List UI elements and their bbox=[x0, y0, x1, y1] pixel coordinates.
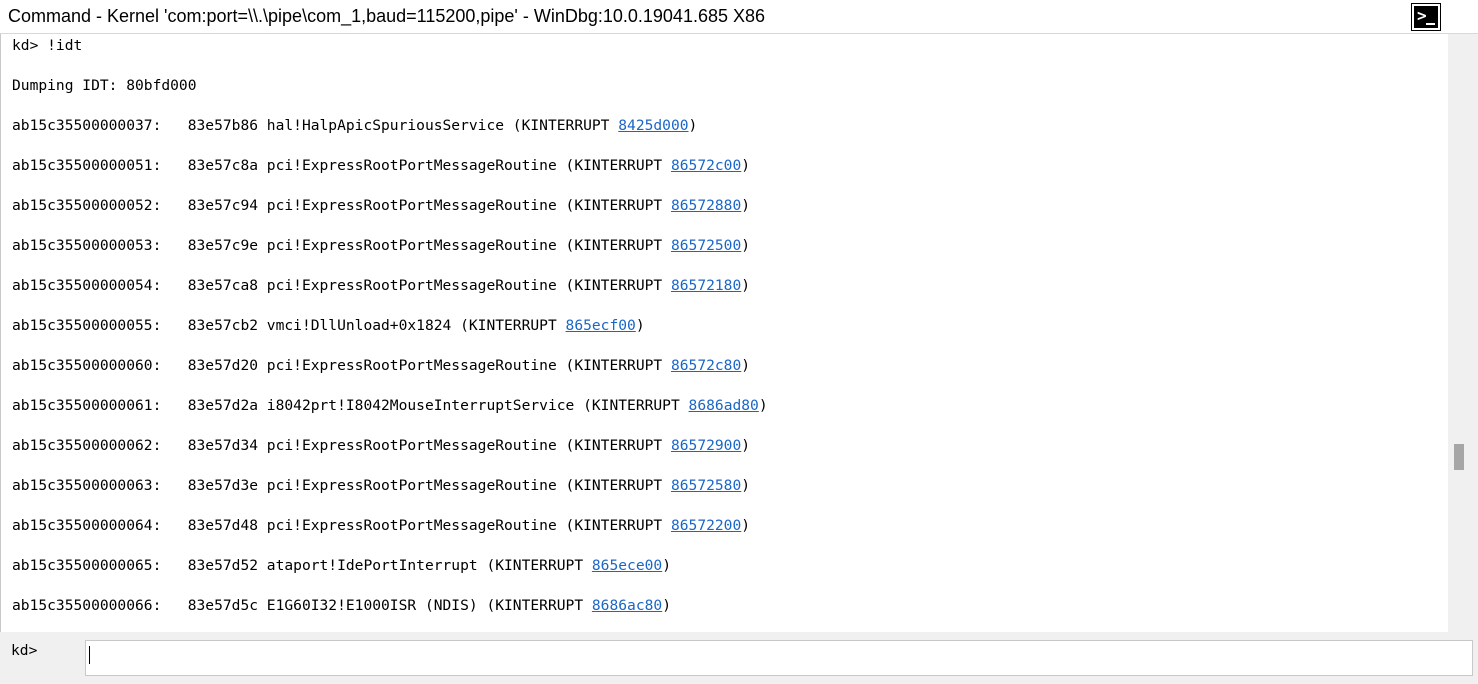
command-prompt-label: kd> bbox=[11, 642, 38, 659]
kinterrupt-address-link[interactable]: 86572580 bbox=[671, 477, 741, 494]
idt-entry-text: ab15c35500000066: 83e57d5c E1G60I32!E100… bbox=[12, 597, 592, 614]
scrollbar-thumb[interactable] bbox=[1454, 444, 1464, 470]
idt-entry-suffix: ) bbox=[741, 157, 751, 174]
idt-entry-text: ab15c35500000065: 83e57d52 ataport!IdePo… bbox=[12, 557, 592, 574]
idt-entry-suffix: ) bbox=[662, 597, 671, 614]
idt-entry-line: ab15c35500000037: 83e57b86 hal!HalpApicS… bbox=[12, 116, 697, 136]
idt-entry-suffix: ) bbox=[635, 317, 645, 334]
idt-entry-suffix: ) bbox=[741, 357, 751, 374]
text-caret bbox=[89, 646, 90, 664]
idt-entry-line: ab15c35500000061: 83e57d2a i8042prt!I804… bbox=[12, 396, 768, 416]
dump-header: Dumping IDT: 80bfd000 bbox=[12, 77, 197, 94]
idt-entry-text: ab15c35500000061: 83e57d2a i8042prt!I804… bbox=[12, 397, 689, 414]
kinterrupt-address-link[interactable]: 86572c00 bbox=[671, 157, 741, 174]
command-prompt-icon-bg: > bbox=[1414, 6, 1438, 28]
idt-entry-line: ab15c35500000064: 83e57d48 pci!ExpressRo… bbox=[12, 516, 750, 536]
idt-entry-suffix: ) bbox=[688, 117, 698, 134]
idt-entry-text: ab15c35500000052: 83e57c94 pci!ExpressRo… bbox=[12, 197, 671, 214]
idt-entry-text: ab15c35500000063: 83e57d3e pci!ExpressRo… bbox=[12, 477, 671, 494]
idt-entry-suffix: ) bbox=[662, 557, 671, 574]
idt-entry-text: ab15c35500000064: 83e57d48 pci!ExpressRo… bbox=[12, 517, 671, 534]
command-prompt-icon[interactable]: > bbox=[1411, 3, 1441, 31]
output-scrollbar[interactable] bbox=[1448, 34, 1478, 632]
kinterrupt-address-link[interactable]: 8686ad80 bbox=[689, 397, 759, 414]
idt-entry-text: ab15c35500000055: 83e57cb2 vmci!DllUnloa… bbox=[12, 317, 566, 334]
kinterrupt-address-link[interactable]: 86572180 bbox=[671, 277, 741, 294]
idt-entry-line: ab15c35500000054: 83e57ca8 pci!ExpressRo… bbox=[12, 276, 750, 296]
idt-entry-line: ab15c35500000062: 83e57d34 pci!ExpressRo… bbox=[12, 436, 750, 456]
pane-splitter[interactable] bbox=[0, 632, 1478, 640]
idt-entry-suffix: ) bbox=[741, 237, 751, 254]
idt-entry-line: ab15c35500000055: 83e57cb2 vmci!DllUnloa… bbox=[12, 316, 645, 336]
kinterrupt-address-link[interactable]: 865ece00 bbox=[592, 557, 662, 574]
kinterrupt-address-link[interactable]: 8686ac80 bbox=[592, 597, 662, 614]
kinterrupt-address-link[interactable]: 86572200 bbox=[671, 517, 741, 534]
kinterrupt-address-link[interactable]: 86572880 bbox=[671, 197, 741, 214]
command-input[interactable] bbox=[85, 640, 1473, 676]
idt-entry-text: ab15c35500000053: 83e57c9e pci!ExpressRo… bbox=[12, 237, 671, 254]
idt-entry-suffix: ) bbox=[741, 517, 751, 534]
kinterrupt-address-link[interactable]: 8425d000 bbox=[618, 117, 688, 134]
idt-entry-line: ab15c35500000051: 83e57c8a pci!ExpressRo… bbox=[12, 156, 750, 176]
idt-entry-line: ab15c35500000053: 83e57c9e pci!ExpressRo… bbox=[12, 236, 750, 256]
kinterrupt-address-link[interactable]: 86572500 bbox=[671, 237, 741, 254]
idt-entry-line: ab15c35500000052: 83e57c94 pci!ExpressRo… bbox=[12, 196, 750, 216]
idt-entry-line: ab15c35500000060: 83e57d20 pci!ExpressRo… bbox=[12, 356, 750, 376]
idt-entry-suffix: ) bbox=[741, 277, 751, 294]
idt-entry-text: ab15c35500000062: 83e57d34 pci!ExpressRo… bbox=[12, 437, 671, 454]
command-output-pane[interactable]: kd> !idt Dumping IDT: 80bfd000 ab15c3550… bbox=[0, 34, 1448, 632]
windbg-command-window: Command - Kernel 'com:port=\\.\pipe\com_… bbox=[0, 0, 1478, 684]
kinterrupt-address-link[interactable]: 86572c80 bbox=[671, 357, 741, 374]
idt-entry-text: ab15c35500000037: 83e57b86 hal!HalpApicS… bbox=[12, 117, 619, 134]
idt-entry-suffix: ) bbox=[741, 437, 751, 454]
kinterrupt-address-link[interactable]: 86572900 bbox=[671, 437, 741, 454]
idt-entry-text: ab15c35500000054: 83e57ca8 pci!ExpressRo… bbox=[12, 277, 671, 294]
kinterrupt-address-link[interactable]: 865ecf00 bbox=[566, 317, 636, 334]
command-echo: kd> !idt bbox=[12, 37, 83, 54]
idt-entry-line: ab15c35500000066: 83e57d5c E1G60I32!E100… bbox=[12, 596, 671, 616]
window-title: Command - Kernel 'com:port=\\.\pipe\com_… bbox=[8, 6, 766, 26]
idt-entry-line: ab15c35500000063: 83e57d3e pci!ExpressRo… bbox=[12, 476, 750, 496]
idt-entry-text: ab15c35500000051: 83e57c8a pci!ExpressRo… bbox=[12, 157, 671, 174]
idt-entry-suffix: ) bbox=[758, 397, 768, 414]
title-bar: Command - Kernel 'com:port=\\.\pipe\com_… bbox=[0, 0, 1478, 34]
prompt-underscore-glyph bbox=[1426, 23, 1435, 25]
idt-entry-suffix: ) bbox=[741, 197, 751, 214]
idt-entry-line: ab15c35500000065: 83e57d52 ataport!IdePo… bbox=[12, 556, 671, 576]
idt-entry-suffix: ) bbox=[741, 477, 751, 494]
idt-entry-text: ab15c35500000060: 83e57d20 pci!ExpressRo… bbox=[12, 357, 671, 374]
